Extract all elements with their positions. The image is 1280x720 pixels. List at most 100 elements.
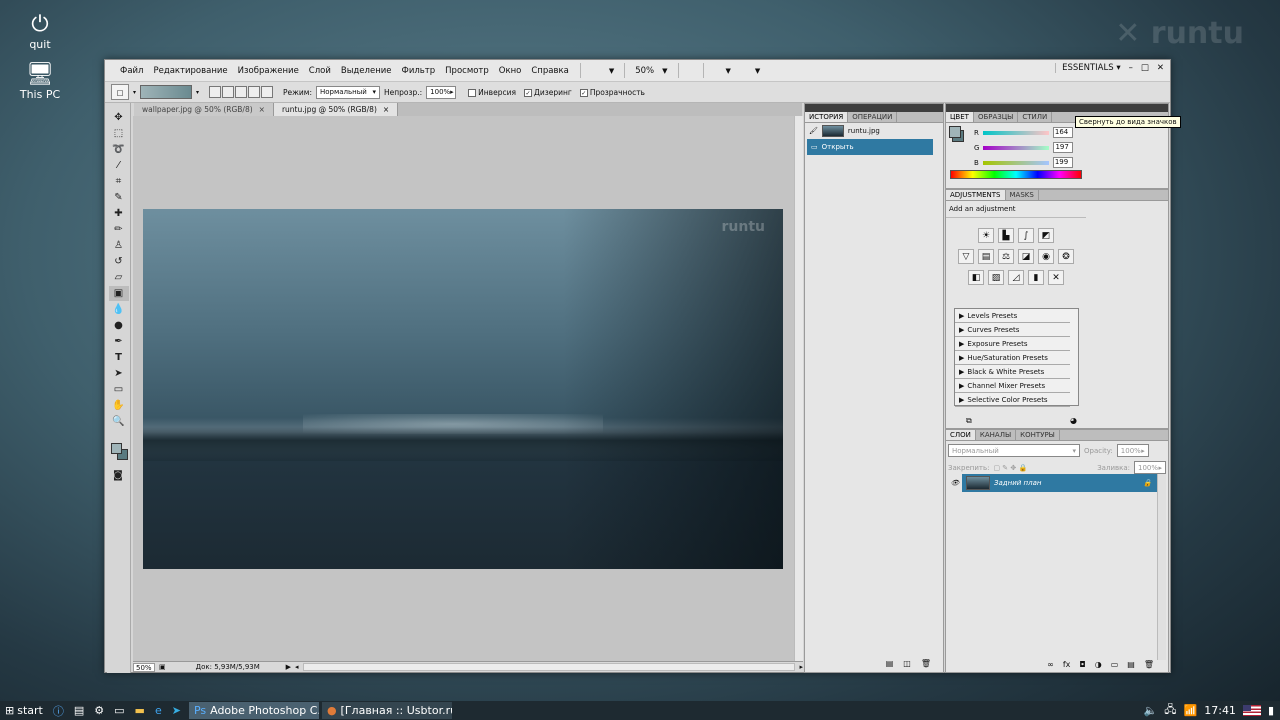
black-white-icon[interactable]: ◪ [1018,249,1034,264]
document-image[interactable]: runtu [143,209,783,569]
list-item[interactable]: ▶ Black & White Presets [955,365,1070,379]
maximize-icon[interactable]: □ [1141,63,1149,73]
hue-saturation-icon[interactable]: ▤ [978,249,994,264]
reflected-gradient-icon[interactable] [248,86,261,98]
vibrance-icon[interactable]: ▽ [958,249,974,264]
new-snapshot-icon[interactable]: ◫ [903,659,911,668]
transparency-checkbox[interactable]: ✓ Прозрачность [579,88,645,97]
new-group-icon[interactable]: ▭ [1111,660,1119,669]
status-zoom[interactable]: 50% [133,662,155,672]
telegram-icon[interactable]: ➤ [167,701,186,720]
gradient-tool-icon[interactable]: ▣ [108,286,129,301]
file-manager-icon[interactable]: ▤ [69,701,89,720]
network-icon[interactable]: 🖧 [1164,701,1176,720]
green-slider[interactable] [983,145,1050,150]
list-item[interactable]: ▶ Curves Presets [955,323,1070,337]
desktop-icon-quit[interactable]: ⏻ quit [10,12,70,51]
photo-filter-icon[interactable]: ◉ [1038,249,1054,264]
arrange-dropdown[interactable]: ▼ [722,67,735,75]
exposure-icon[interactable]: ◩ [1038,228,1054,243]
magic-wand-tool-icon[interactable]: ⁄ [109,158,129,173]
start-button[interactable]: ⊞ start [0,701,48,720]
move-tool-icon[interactable]: ✥ [109,110,129,125]
shape-tool-icon[interactable]: ▭ [109,382,129,397]
color-fg-swatch[interactable] [949,126,961,138]
radial-gradient-icon[interactable] [222,86,235,98]
marquee-tool-icon[interactable]: ⬚ [109,126,129,141]
list-item[interactable]: ▶ Channel Mixer Presets [955,379,1070,393]
angle-gradient-icon[interactable] [235,86,248,98]
crop-tool-icon[interactable]: ⌗ [109,174,129,189]
linear-gradient-icon[interactable] [209,86,222,98]
info-icon[interactable]: ⓘ [48,701,69,720]
close-icon[interactable]: ✕ [1157,63,1164,73]
menu-view[interactable]: Просмотр [440,66,494,76]
tab-runtu[interactable]: runtu.jpg @ 50% (RGB/8) × [273,103,399,116]
list-item[interactable]: ▶ Selective Color Presets [955,393,1070,407]
quick-mask-icon[interactable]: ◙ [108,468,128,483]
type-tool-icon[interactable]: T [109,350,129,365]
edge-icon[interactable]: e [150,701,167,720]
task-browser[interactable]: ● [Главная :: Usbtor.ru... [321,702,452,719]
brush-tool-icon[interactable]: ✏ [109,222,129,237]
eraser-tool-icon[interactable]: ▱ [109,270,129,285]
folder-icon[interactable]: ▬ [130,701,150,720]
gradient-map-icon[interactable]: ▮ [1028,270,1044,285]
menu-select[interactable]: Выделение [336,66,397,76]
vertical-scrollbar[interactable] [794,116,803,661]
tab-adjustments[interactable]: ADJUSTMENTS [946,190,1006,200]
screen-mode-dropdown[interactable]: ▼ [751,67,764,75]
adjustment-layer-icon[interactable]: ◑ [1095,660,1102,669]
curves-icon[interactable]: ∫ [1018,228,1034,243]
canvas-area[interactable]: runtu [133,116,803,661]
scroll-right-icon[interactable]: ▸ [799,663,803,671]
blur-tool-icon[interactable]: 💧 [109,302,129,317]
clip-layer-icon[interactable]: ⧉ [966,416,972,426]
menu-image[interactable]: Изображение [233,66,304,76]
hand-tool-icon[interactable]: ✋ [109,398,129,413]
close-tab-icon[interactable]: × [259,105,265,114]
channel-mixer-icon[interactable]: ❂ [1058,249,1074,264]
dither-checkbox[interactable]: ✓ Дизеринг [523,88,572,97]
menu-edit[interactable]: Редактирование [148,66,232,76]
horizontal-scrollbar[interactable] [302,663,796,671]
language-flag-icon[interactable] [1242,705,1261,716]
link-layers-icon[interactable]: ∞ [1047,660,1054,669]
new-document-icon[interactable]: ▤ [886,659,894,668]
clock[interactable]: 17:41 [1204,704,1236,717]
delete-layer-icon[interactable]: 🗑 [1144,660,1154,669]
menu-layer[interactable]: Слой [304,66,336,76]
red-slider[interactable] [982,130,1049,135]
pen-tool-icon[interactable]: ✒ [109,334,129,349]
fill-input[interactable]: 100% ▸ [1134,461,1166,474]
workspace-switcher[interactable]: ESSENTIALS ▾ [1055,63,1121,73]
opacity-input[interactable]: 100% ▸ [426,85,457,99]
status-menu-icon[interactable]: ▣ [159,663,166,671]
gradient-tool-preset-icon[interactable]: ▢ [111,84,129,100]
layer-style-icon[interactable]: fx [1063,660,1071,669]
tab-color[interactable]: ЦВЕТ [946,112,974,122]
add-mask-icon[interactable]: ◘ [1079,660,1085,669]
tab-masks[interactable]: MASKS [1006,190,1039,200]
layer-row-background[interactable]: 👁 Задний план 🔒 [948,474,1158,492]
eyedropper-tool-icon[interactable]: ✎ [109,190,129,205]
menu-file[interactable]: Файл [115,66,148,76]
history-item[interactable]: ▭ Открыть [807,139,933,155]
menu-help[interactable]: Справка [526,66,573,76]
posterize-icon[interactable]: ▨ [988,270,1004,285]
tab-channels[interactable]: КАНАЛЫ [976,430,1017,440]
tab-paths[interactable]: КОНТУРЫ [1016,430,1060,440]
tab-history[interactable]: ИСТОРИЯ [805,112,849,122]
blend-mode-select[interactable]: Нормальный ▾ [948,444,1080,457]
view-extras-dropdown[interactable]: ▼ [605,67,618,75]
inverse-checkbox[interactable]: Инверсия [468,88,516,97]
blue-value[interactable]: 199 [1052,157,1073,168]
invert-icon[interactable]: ◧ [968,270,984,285]
threshold-icon[interactable]: ◿ [1008,270,1024,285]
notification-icon[interactable]: ▮ [1268,704,1274,717]
levels-icon[interactable]: ▙ [998,228,1014,243]
dodge-tool-icon[interactable]: ● [109,318,129,333]
mode-select[interactable]: Нормальный ▾ [315,85,380,99]
list-item[interactable]: ▶ Hue/Saturation Presets [955,351,1070,365]
color-spectrum[interactable] [950,170,1082,179]
